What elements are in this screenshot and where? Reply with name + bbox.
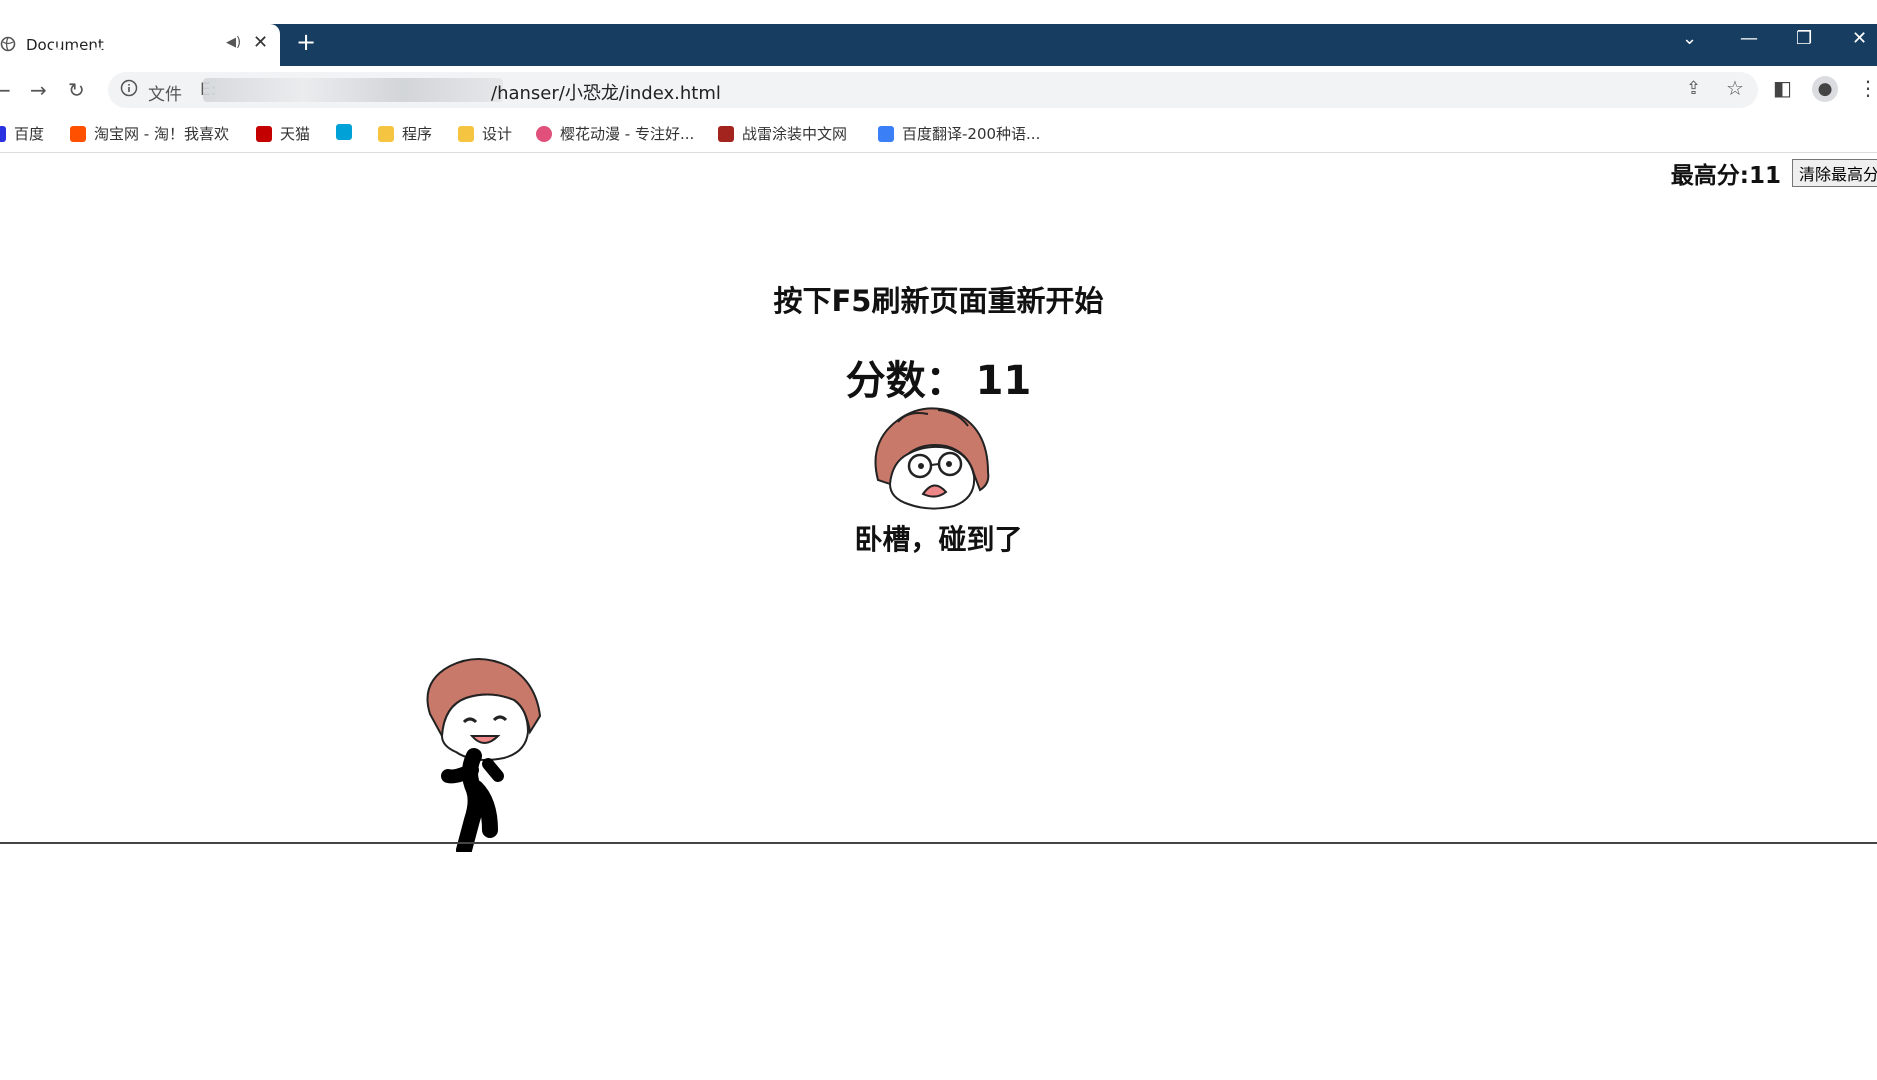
profile-avatar-icon[interactable]: ● xyxy=(1812,76,1838,102)
browser-titlebar: Document ◀) ✕ + ⌄ — ❐ ✕ xyxy=(0,0,1877,66)
reload-icon[interactable]: ↻ xyxy=(68,78,85,102)
score-display: 分数： 11 xyxy=(0,348,1877,406)
bookmark-folder-design[interactable]: 设计 xyxy=(458,123,512,144)
bookmark-sakura[interactable]: 樱花动漫 - 专注好... xyxy=(536,123,694,144)
bookmark-bilibili[interactable] xyxy=(336,123,360,141)
restart-hint: 按下F5刷新页面重新开始 xyxy=(773,284,1104,318)
close-tab-icon[interactable]: ✕ xyxy=(253,32,268,53)
menu-kebab-icon[interactable]: ⋮ xyxy=(1858,76,1877,100)
address-bar[interactable]: 文件 E: /hanser/小恐龙/index.html ⇪ ☆ xyxy=(108,72,1758,108)
taobao-icon xyxy=(70,126,86,142)
folder-icon xyxy=(458,126,474,142)
scared-face-image xyxy=(874,407,990,510)
url-text[interactable]: /hanser/小恐龙/index.html xyxy=(491,79,721,105)
sakura-icon xyxy=(536,126,552,142)
new-tab-button[interactable]: + xyxy=(296,28,316,56)
game-page: 最高分:11 清除最高分 按下F5刷新页面重新开始 分数： 11 卧槽，碰到了 xyxy=(0,152,1877,1080)
back-icon[interactable]: ← xyxy=(0,78,11,102)
hit-message: 卧槽，碰到了 xyxy=(854,523,1023,556)
file-scheme-label: 文件 xyxy=(148,85,182,105)
score-label: 分数： xyxy=(845,358,966,404)
high-score: 最高分:11 xyxy=(1670,163,1781,189)
tab-strip xyxy=(0,24,1877,66)
forward-icon[interactable]: → xyxy=(30,78,47,102)
folder-icon xyxy=(378,126,394,142)
translate-icon xyxy=(878,126,894,142)
speaker-icon[interactable]: ◀) xyxy=(226,35,241,50)
minimize-button[interactable]: — xyxy=(1740,28,1758,49)
close-window-button[interactable]: ✕ xyxy=(1852,28,1867,49)
warthunder-icon xyxy=(718,126,734,142)
ground-line xyxy=(0,842,1877,844)
chevron-down-icon[interactable]: ⌄ xyxy=(1682,28,1697,49)
info-icon[interactable] xyxy=(120,79,138,97)
player-character xyxy=(426,658,542,852)
bookmark-taobao[interactable]: 淘宝网 - 淘！我喜欢 xyxy=(70,123,229,144)
clear-high-score-button[interactable]: 清除最高分 xyxy=(1792,159,1877,187)
bookmark-baidu-translate[interactable]: 百度翻译-200种语... xyxy=(878,123,1040,144)
bilibili-icon xyxy=(336,124,352,140)
bookmark-baidu[interactable]: 百度 xyxy=(0,123,44,144)
share-icon[interactable]: ⇪ xyxy=(1686,78,1701,99)
bookmark-tmall[interactable]: 天猫 xyxy=(256,123,310,144)
restore-button[interactable]: ❐ xyxy=(1796,28,1812,49)
bookmark-warthunder[interactable]: 战雷涂装中文网 xyxy=(718,123,847,144)
side-panel-icon[interactable]: ◧ xyxy=(1773,76,1792,100)
tmall-icon xyxy=(256,126,272,142)
score-value: 11 xyxy=(975,358,1032,404)
baidu-icon xyxy=(0,126,6,142)
bookmark-star-icon[interactable]: ☆ xyxy=(1726,76,1744,100)
browser-toolbar: ← → ↻ 文件 E: /hanser/小恐龙/index.html ⇪ ☆ ◧… xyxy=(0,66,1877,114)
bookmark-folder-program[interactable]: 程序 xyxy=(378,123,432,144)
bookmarks-bar: 百度 淘宝网 - 淘！我喜欢 天猫 程序 设计 樱花动漫 - 专注好... 战雷… xyxy=(0,114,1877,153)
url-redacted-area xyxy=(203,78,503,102)
